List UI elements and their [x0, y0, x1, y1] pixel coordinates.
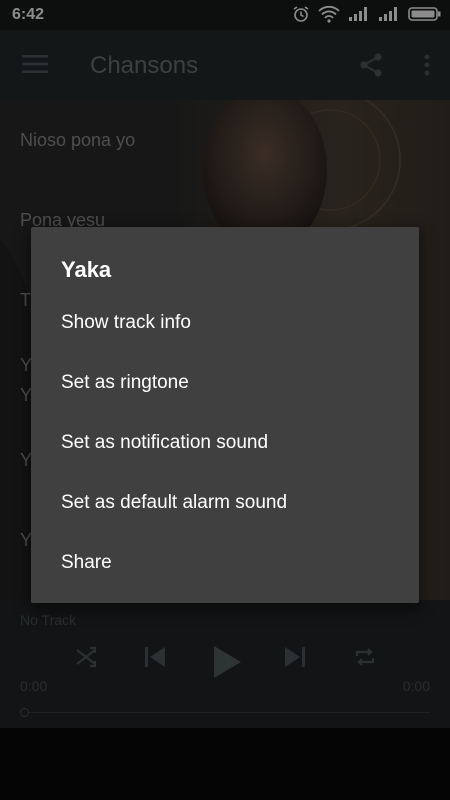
menu-item-share[interactable]: Share	[31, 534, 419, 594]
menu-item-label: Show track info	[61, 312, 191, 333]
menu-item-label: Set as ringtone	[61, 372, 189, 393]
menu-item-label: Set as notification sound	[61, 432, 269, 453]
dialog-title: Yaka	[61, 257, 112, 282]
menu-item-set-notification-sound[interactable]: Set as notification sound	[31, 414, 419, 474]
menu-item-set-ringtone[interactable]: Set as ringtone	[31, 354, 419, 414]
menu-item-label: Set as default alarm sound	[61, 492, 288, 513]
menu-item-show-track-info[interactable]: Show track info	[31, 294, 419, 354]
menu-item-label: Share	[61, 552, 112, 573]
menu-item-set-alarm-sound[interactable]: Set as default alarm sound	[31, 474, 419, 534]
track-options-dialog: Yaka Show track info Set as ringtone Set…	[31, 227, 419, 603]
